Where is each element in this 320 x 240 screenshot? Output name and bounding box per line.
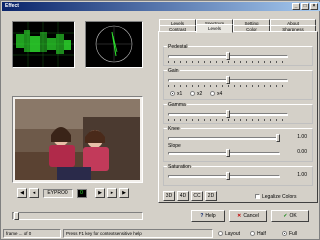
pedestal-label: Pedestal [167,44,189,50]
help-button[interactable]: ? Help [191,210,225,222]
pedestal-group: Pedestal [163,44,313,66]
full-label: Full [289,231,298,237]
rewind-button[interactable]: ◂ [29,188,39,198]
mode-button-4d[interactable]: 4D [177,191,189,201]
close-icon[interactable]: × [310,3,318,10]
fast-forward-icon: ▸ [110,190,114,196]
previous-frame-button[interactable]: ◀ [17,188,27,198]
gain-x2-radio[interactable] [190,91,195,96]
gain-x1-label: x1 [177,91,183,97]
saturation-group: Saturation 1.00 [163,164,313,186]
levels-panel: Pedestal Gain x1 x2 x4 Gamma Knee 1.00 S… [158,31,318,203]
timecode-display: EYPRO0 [43,189,73,198]
cancel-icon: ✕ [237,213,242,219]
gain-label: Gain [167,68,180,74]
window-title: Effect [5,3,19,9]
gain-x2-label: x2 [197,91,203,97]
gain-x4-radio[interactable] [210,91,215,96]
play-button[interactable]: ▶ [95,188,105,198]
frame-status: frame ... of 0 [3,229,61,238]
vectorscope-graticule [86,22,142,67]
knee-group: Knee 1.00 Slope 0.00 [163,126,313,162]
rewind-icon: ◂ [32,190,36,196]
gamma-group: Gamma [163,102,313,124]
mode-button-2d[interactable]: 2D [205,191,217,201]
half-label: Half [257,231,266,237]
knee-thumb[interactable] [276,134,280,142]
gamma-label: Gamma [167,102,187,108]
vectorscope [85,21,143,68]
slope-value: 0.00 [286,149,308,156]
preview-image [13,97,142,182]
saturation-thumb[interactable] [226,172,230,180]
saturation-label: Saturation [167,164,192,170]
legalize-checkbox[interactable] [255,194,260,199]
gamma-ticks [168,119,288,121]
layout-label: Layout [225,231,241,237]
waveform-scope [12,21,75,68]
tab-levels[interactable]: Levels [196,24,233,33]
next-frame-button[interactable]: ▶ [119,188,129,198]
frame-counter: 0 [77,189,87,198]
cancel-button[interactable]: ✕ Cancel [229,210,267,222]
gain-group: Gain x1 x2 x4 [163,68,313,100]
pedestal-thumb[interactable] [226,52,230,60]
help-hint: Press F1 key for contextsensitive help [63,229,213,238]
ok-label: OK [289,213,297,219]
status-bar: frame ... of 0 Press F1 key for contexts… [2,227,320,240]
ok-icon: ✓ [283,213,288,219]
legalize-label: Legalize Colors [262,194,297,200]
slope-track[interactable] [168,152,280,155]
gain-thumb[interactable] [226,76,230,84]
forward-button[interactable]: ▸ [107,188,117,198]
title-bar[interactable]: Effect _ □ × [2,2,320,11]
saturation-value: 1.00 [286,172,308,179]
half-radio[interactable] [250,231,255,236]
help-label: Help [205,213,216,219]
slope-thumb[interactable] [226,149,230,157]
timeline-thumb[interactable] [14,212,19,220]
step-back-icon: ◀ [20,190,24,196]
minimize-icon[interactable]: _ [292,3,300,10]
knee-track[interactable] [168,137,280,140]
pedestal-ticks [168,61,288,63]
gamma-thumb[interactable] [226,110,230,118]
timeline-slider[interactable] [12,212,143,220]
preview-frame [12,96,143,183]
effect-window: Effect _ □ × ◀ ◂ EYPRO0 0 ▶ ▸ ▶ Levels S… [0,0,320,240]
full-radio[interactable] [282,231,287,236]
play-icon: ▶ [98,190,102,196]
gain-x4-label: x4 [217,91,223,97]
knee-value: 1.00 [286,134,308,141]
waveform-trace [13,22,74,67]
maximize-icon[interactable]: □ [301,3,309,10]
slope-label: Slope [168,143,181,149]
step-forward-icon: ▶ [122,190,126,196]
gain-ticks [168,85,288,87]
ok-button[interactable]: ✓ OK [271,210,309,222]
knee-label: Knee [167,126,181,132]
mode-button-3d[interactable]: 3D [163,191,175,201]
saturation-track[interactable] [168,175,280,178]
cancel-label: Cancel [243,213,259,219]
gain-x1-radio[interactable] [170,91,175,96]
layout-radio[interactable] [218,231,223,236]
help-icon: ? [200,213,204,219]
mode-button-cc[interactable]: CC [191,191,203,201]
